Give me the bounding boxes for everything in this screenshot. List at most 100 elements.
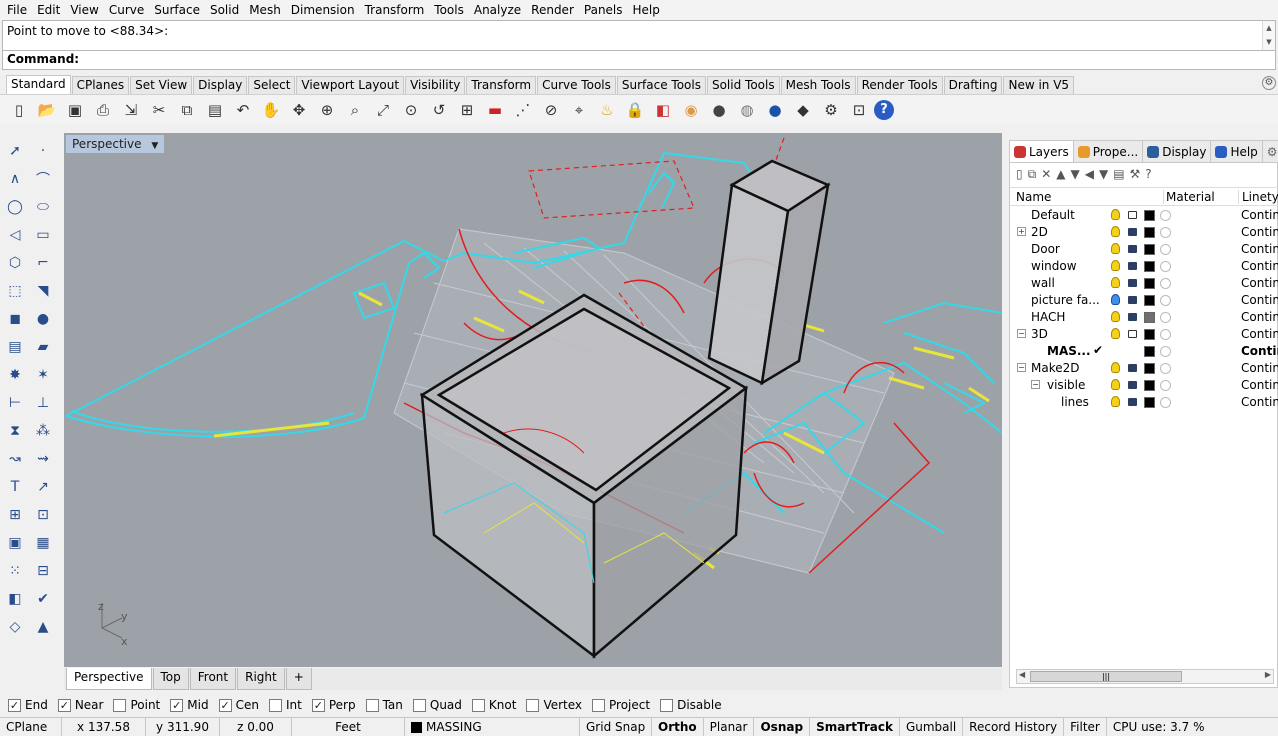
grid-array-icon[interactable]: ⁙ <box>2 558 28 584</box>
bulb-icon[interactable] <box>1111 277 1120 288</box>
dimension-icon[interactable]: ⊡ <box>846 97 872 123</box>
osnap-quad-checkbox[interactable] <box>412 698 426 712</box>
extrude-curve-icon[interactable]: ◥ <box>30 278 56 304</box>
material-icon[interactable] <box>1160 278 1171 289</box>
unlock-icon[interactable] <box>1128 330 1137 338</box>
menu-panels[interactable]: Panels <box>579 0 628 20</box>
bulb-icon[interactable] <box>1111 294 1120 305</box>
trim-icon[interactable]: ⊢ <box>2 390 28 416</box>
osnap-tan-checkbox[interactable] <box>365 698 379 712</box>
layer-linetype[interactable]: Contin <box>1241 344 1278 358</box>
viewport-tab-perspective[interactable]: Perspective <box>66 668 152 690</box>
join-icon[interactable]: ⧗ <box>2 418 28 444</box>
select-arrow-icon[interactable]: ➚ <box>2 138 28 164</box>
menu-view[interactable]: View <box>65 0 103 20</box>
move-down-icon[interactable]: ▼ <box>1070 167 1079 181</box>
panel-tab-help[interactable]: Help <box>1211 141 1263 162</box>
fillet-icon[interactable]: ⌐ <box>30 250 56 276</box>
help-icon[interactable]: ? <box>874 99 894 120</box>
layer-linetype[interactable]: Continu <box>1241 310 1278 324</box>
menu-curve[interactable]: Curve <box>104 0 149 20</box>
osnap-project-checkbox[interactable] <box>592 698 606 712</box>
osnap-end[interactable]: ✓ End <box>8 698 48 712</box>
layer-color-swatch[interactable] <box>1144 363 1155 374</box>
command-history-scrollbar[interactable]: ▲ ▼ <box>1262 21 1275 50</box>
bulb-icon[interactable] <box>1111 328 1120 339</box>
layer-color-swatch[interactable] <box>1144 210 1155 221</box>
scrollbar-thumb[interactable]: ||| <box>1030 671 1182 682</box>
check-icon[interactable]: ✔ <box>30 586 56 612</box>
tab-drafting[interactable]: Drafting <box>943 76 1003 94</box>
panel-tab-layers[interactable]: Layers <box>1010 141 1074 162</box>
osnap-end-checkbox[interactable]: ✓ <box>8 698 21 712</box>
command-line[interactable]: Command: <box>2 51 1276 70</box>
import-icon[interactable]: ⇲ <box>118 97 144 123</box>
mirror-icon[interactable]: ⊡ <box>30 502 56 528</box>
osnap-point[interactable]: Point <box>113 698 160 712</box>
bulb-icon[interactable] <box>1111 362 1120 373</box>
tab-visibility[interactable]: Visibility <box>405 76 466 94</box>
layer-color-swatch[interactable] <box>1144 380 1155 391</box>
layer-row[interactable]: +2D Continu <box>1010 224 1278 241</box>
layer-color-swatch[interactable] <box>1144 295 1155 306</box>
layer-linetype[interactable]: Continu <box>1241 276 1278 290</box>
tab-render-tools[interactable]: Render Tools <box>856 76 943 94</box>
save-icon[interactable]: ▣ <box>62 97 88 123</box>
undo-view-icon[interactable]: ↺ <box>426 97 452 123</box>
offset-icon[interactable]: ⇝ <box>30 446 56 472</box>
layer-linetype[interactable]: Continu <box>1241 208 1278 222</box>
layer-row[interactable]: HACH Continu <box>1010 309 1278 326</box>
layer-color-swatch[interactable] <box>1144 278 1155 289</box>
osnap-perp-checkbox[interactable]: ✓ <box>311 698 325 712</box>
panel-tab-properties[interactable]: Prope... <box>1074 141 1144 162</box>
rectangle-icon[interactable]: ▭ <box>30 222 56 248</box>
print-icon[interactable]: ⎙ <box>90 97 116 123</box>
bulb-icon[interactable] <box>1111 226 1120 237</box>
osnap-disable[interactable]: Disable <box>660 698 722 712</box>
material-icon[interactable] <box>1160 329 1171 340</box>
status-layer[interactable]: MASSING <box>405 718 580 736</box>
group-icon[interactable]: ⁂ <box>30 418 56 444</box>
osnap-vertex[interactable]: Vertex <box>526 698 582 712</box>
lock-icon[interactable] <box>1128 262 1137 270</box>
osnap-quad[interactable]: Quad <box>412 698 462 712</box>
menu-render[interactable]: Render <box>526 0 579 20</box>
lock-icon[interactable] <box>1128 364 1137 372</box>
menu-solid[interactable]: Solid <box>205 0 244 20</box>
layer-list-icon[interactable]: ▤ <box>1113 167 1124 181</box>
menu-edit[interactable]: Edit <box>32 0 65 20</box>
osnap-int[interactable]: Int <box>268 698 302 712</box>
osnap-cen[interactable]: ✓ Cen <box>218 698 259 712</box>
column-material[interactable]: Material <box>1163 190 1215 204</box>
layer-row[interactable]: −visible Continu <box>1010 377 1278 394</box>
osnap-tan[interactable]: Tan <box>365 698 403 712</box>
material-icon[interactable] <box>1160 312 1171 323</box>
tab-cplanes[interactable]: CPlanes <box>71 76 130 94</box>
add-viewport-icon[interactable]: + <box>285 668 312 690</box>
viewport-title[interactable]: Perspective ▼ <box>66 135 165 153</box>
sub-d-icon[interactable]: ◇ <box>2 614 28 640</box>
column-linetype[interactable]: Linetyp <box>1238 190 1278 204</box>
analyze-icon[interactable]: ◧ <box>2 586 28 612</box>
help-icon[interactable]: ? <box>1145 167 1151 181</box>
rotate-view-icon[interactable]: ✥ <box>286 97 312 123</box>
status-filter[interactable]: Filter <box>1064 718 1107 736</box>
undo-icon[interactable]: ↶ <box>230 97 256 123</box>
tab-new-in-v5[interactable]: New in V5 <box>1003 76 1075 94</box>
rebuild-icon[interactable]: ↝ <box>2 446 28 472</box>
osnap-cen-checkbox[interactable]: ✓ <box>218 698 232 712</box>
render-icon[interactable]: ◍ <box>734 97 760 123</box>
bulb-icon[interactable] <box>1111 243 1120 254</box>
sphere-icon[interactable]: ● <box>762 97 788 123</box>
layer-row[interactable]: MAS...✔ Contin <box>1010 343 1278 360</box>
hatch-icon[interactable]: ▦ <box>30 530 56 556</box>
tab-transform[interactable]: Transform <box>466 76 537 94</box>
snap-icon[interactable]: ⌖ <box>566 97 592 123</box>
four-viewports-icon[interactable]: ⊞ <box>454 97 480 123</box>
zoom-window-icon[interactable]: ⌕ <box>342 97 368 123</box>
layer-row[interactable]: −3D Continu <box>1010 326 1278 343</box>
menu-analyze[interactable]: Analyze <box>469 0 526 20</box>
menu-file[interactable]: File <box>2 0 32 20</box>
box-icon[interactable]: ◼ <box>2 306 28 332</box>
osnap-mid[interactable]: ✓ Mid <box>170 698 209 712</box>
